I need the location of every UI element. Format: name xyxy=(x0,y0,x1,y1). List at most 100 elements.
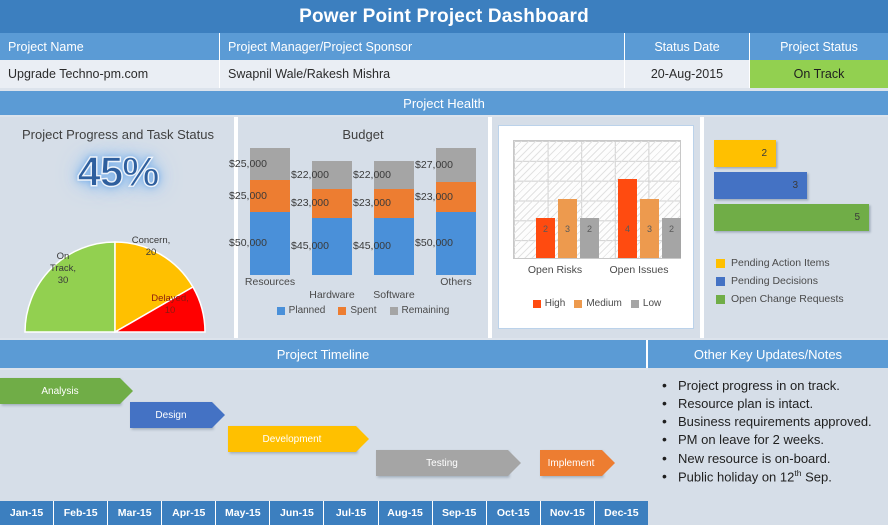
legend-swatch xyxy=(532,299,541,308)
pie-label-on-track: On Track, 30 xyxy=(49,251,77,286)
legend-item: Low xyxy=(630,298,662,309)
list-item: Business requirements approved. xyxy=(656,412,880,431)
budget-segment-remaining: $27,000 xyxy=(415,148,476,183)
timeline-month-label: Apr-15 xyxy=(162,501,217,525)
timeline-month-label: Jul-15 xyxy=(324,501,379,525)
risks-plot-area: 2 3 2 4 3 2 xyxy=(513,140,681,259)
legend-swatch xyxy=(716,258,725,268)
legend-swatch xyxy=(389,306,398,315)
risk-bar-medium: 3 xyxy=(640,198,659,258)
pending-bar: 5 xyxy=(714,204,869,231)
table-header-row: Project Name Project Manager/Project Spo… xyxy=(0,33,888,60)
budget-column: $22,000 $23,000 $45,000 Software xyxy=(353,160,415,301)
timeline-month-label: Sep-15 xyxy=(433,501,487,525)
status-badge: On Track xyxy=(750,60,888,88)
pending-bar: 2 xyxy=(714,140,776,167)
cell-project-name: Upgrade Techno-pm.com xyxy=(0,60,220,88)
legend-label: Planned xyxy=(288,305,326,316)
budget-column: $27,000 $23,000 $50,000 Others xyxy=(415,148,476,288)
risk-bar-medium: 3 xyxy=(558,198,577,258)
budget-category-label: Software xyxy=(373,288,415,301)
legend-item: Pending Decisions xyxy=(716,275,888,287)
budget-value-label: $50,000 xyxy=(415,237,453,250)
timeline-month-axis: Jan-15 Feb-15 Mar-15 Apr-15 May-15 Jun-15 Jul-… xyxy=(0,501,648,525)
timeline-month-label: Jan-15 xyxy=(0,501,55,525)
legend-label: Spent xyxy=(350,305,377,316)
timeline-gantt: Analysis Design Development Testing Implemen… xyxy=(0,370,648,501)
timeline-phase-label: Analysis xyxy=(41,385,79,397)
timeline-phase-testing[interactable]: Testing xyxy=(376,450,521,476)
budget-category-label: Resources xyxy=(244,276,296,288)
cell-project-manager: Swapnil Wale/Rakesh Mishra xyxy=(220,60,625,88)
risk-bar-value: 3 xyxy=(564,224,570,234)
timeline-phase-analysis[interactable]: Analysis xyxy=(0,378,133,404)
legend-swatch xyxy=(716,276,725,286)
pending-items-chart: 2 3 5 xyxy=(702,140,888,235)
legend-item: Pending Action Items xyxy=(716,257,888,269)
notes-list: Project progress in on track.Resource pl… xyxy=(656,376,880,486)
risk-bar-value: 2 xyxy=(586,224,592,234)
th-status-date: Status Date xyxy=(625,33,750,60)
budget-segment-spent: $23,000 xyxy=(415,182,476,212)
legend-item: Spent xyxy=(338,305,377,316)
legend-item: Planned xyxy=(276,305,326,316)
timeline-phase-label: Development xyxy=(262,433,322,445)
timeline-month-label: Mar-15 xyxy=(108,501,163,525)
timeline-arrow-icon xyxy=(356,426,369,452)
list-item: Resource plan is intact. xyxy=(656,394,880,413)
timeline-month-label: Oct-15 xyxy=(487,501,541,525)
risk-bar-value: 2 xyxy=(668,224,674,234)
pending-bar-value: 3 xyxy=(792,180,798,191)
section-header-project-timeline: Project Timeline xyxy=(0,340,648,368)
risk-bar-value: 3 xyxy=(646,224,652,234)
budget-segment-planned: $50,000 xyxy=(415,211,476,275)
risk-bar-high: 2 xyxy=(536,218,555,258)
task-status-half-pie: On Track, 30 Concern, 20 Delayed, 10 xyxy=(0,221,236,338)
legend-label: Remaining xyxy=(401,305,450,316)
legend-item: Medium xyxy=(574,298,622,309)
timeline-phase-design[interactable]: Design xyxy=(130,402,225,428)
risk-category-label: Open Risks xyxy=(527,264,583,276)
legend-swatch xyxy=(338,306,347,315)
legend-item: High xyxy=(532,298,565,309)
list-item: New resource is on-board. xyxy=(656,449,880,468)
page-title: Power Point Project Dashboard xyxy=(0,0,888,33)
risk-bar-high: 4 xyxy=(618,178,637,258)
section-header-notes: Other Key Updates/Notes xyxy=(648,340,888,368)
timeline-month-label: Dec-15 xyxy=(604,507,639,519)
timeline-arrow-icon xyxy=(212,402,225,428)
timeline-arrow-icon xyxy=(120,378,133,404)
dashboard-root: Power Point Project Dashboard Project Na… xyxy=(0,0,888,525)
timeline-phase-development[interactable]: Development xyxy=(228,426,369,452)
risks-category-labels: Open Risks Open Issues xyxy=(513,264,681,276)
legend-swatch xyxy=(716,294,725,304)
pending-items-legend: Pending Action Items Pending Decisions Ope… xyxy=(702,257,888,311)
budget-value-label: $27,000 xyxy=(415,159,453,172)
timeline-phase-label: Design xyxy=(155,409,187,421)
legend-label: Low xyxy=(642,298,662,309)
legend-label: Pending Decisions xyxy=(731,275,818,287)
timeline-month-label: May-15 xyxy=(216,501,271,525)
budget-panel-content: Budget xyxy=(236,117,490,142)
timeline-arrow-icon xyxy=(602,450,615,476)
risk-bar-value: 4 xyxy=(624,224,630,234)
notes-panel: Project progress in on track.Resource pl… xyxy=(648,368,888,525)
progress-title: Project Progress and Task Status xyxy=(22,127,214,142)
pending-bar-value: 5 xyxy=(854,212,860,223)
cell-status-date: 20-Aug-2015 xyxy=(625,60,750,88)
budget-legend: Planned Spent Remaining xyxy=(236,305,490,316)
project-info-table: Project Name Project Manager/Project Spo… xyxy=(0,33,888,88)
legend-label: Pending Action Items xyxy=(731,257,830,269)
timeline-arrow-icon xyxy=(508,450,521,476)
timeline-phase-implement[interactable]: Implement xyxy=(540,450,615,476)
risks-issues-chart-card: 2 3 2 4 3 2 Open Risks Open Issues High Medium L… xyxy=(498,125,694,329)
th-project-manager: Project Manager/Project Sponsor xyxy=(220,33,625,60)
progress-panel-content: Project Progress and Task Status 45% On … xyxy=(0,117,236,334)
budget-title: Budget xyxy=(342,127,384,142)
legend-swatch xyxy=(276,306,285,315)
risk-category-label: Open Issues xyxy=(609,264,669,276)
timeline-phase-label: Testing xyxy=(426,457,458,469)
legend-item: Open Change Requests xyxy=(716,293,888,305)
pending-bar-value: 2 xyxy=(761,148,767,159)
legend-item: Remaining xyxy=(389,305,450,316)
